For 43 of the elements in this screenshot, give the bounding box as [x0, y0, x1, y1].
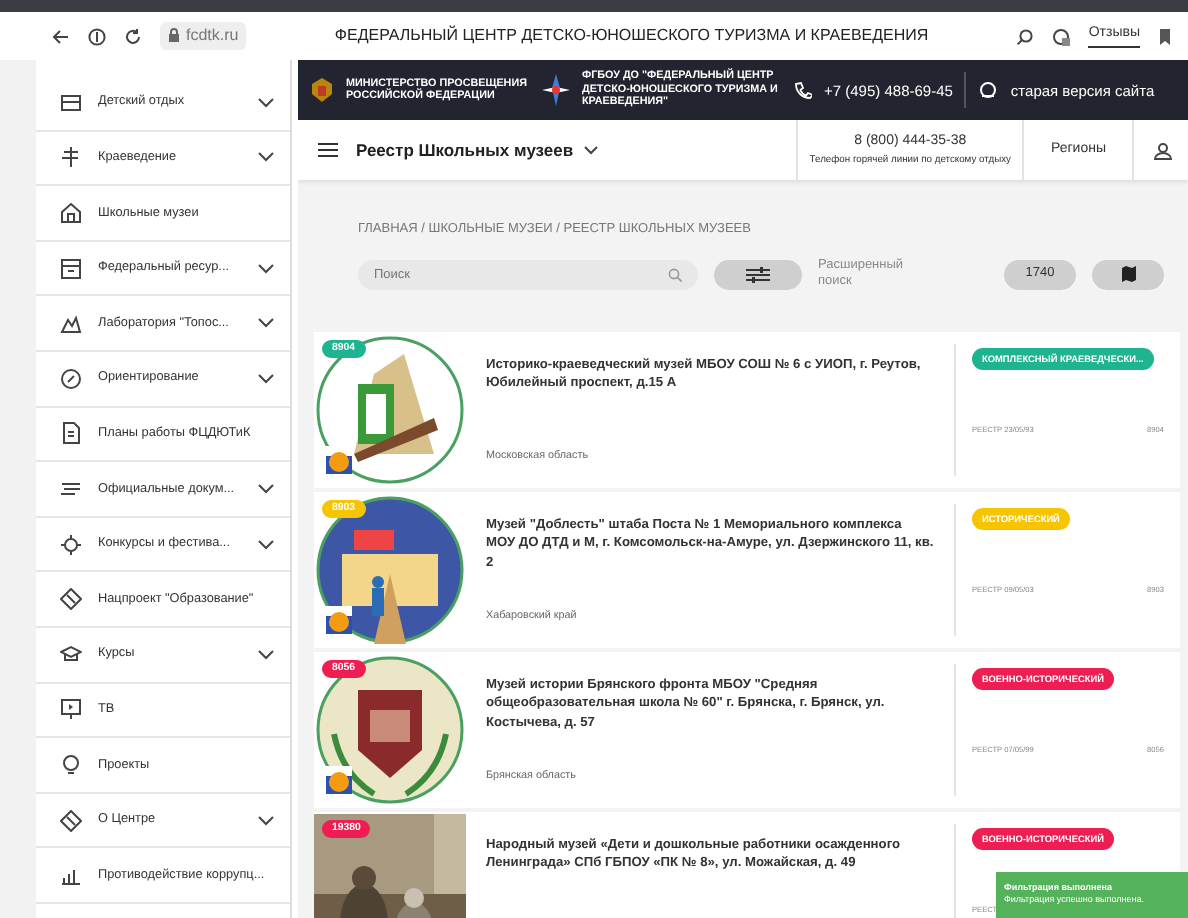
compass-icon: [60, 367, 82, 390]
extension-icon[interactable]: [1052, 27, 1071, 45]
diamond-icon: [60, 809, 82, 832]
lightbulb-icon: [60, 753, 82, 776]
page-title: ФЕДЕРАЛЬНЫЙ ЦЕНТР ДЕТСКО-ЮНОШЕСКОГО ТУРИЗМА И КРАЕВЕДЕНИЯ: [332, 24, 931, 48]
document-icon: [60, 422, 82, 445]
bookmark-icon[interactable]: [1158, 27, 1172, 45]
signpost-icon: [60, 146, 82, 169]
chevron-down-icon: [258, 539, 274, 550]
lines-icon: [60, 477, 82, 500]
chevron-down-icon: [258, 483, 274, 494]
zoom-icon[interactable]: [1016, 27, 1035, 45]
chevron-down-icon: [258, 97, 274, 108]
menu-icon[interactable]: [318, 142, 338, 158]
compass-logo-icon: [542, 74, 570, 106]
graduation-cap-icon: [60, 643, 82, 666]
phone-icon: [794, 81, 812, 99]
archive-icon: [60, 257, 82, 280]
house-icon: [60, 201, 82, 224]
chevron-down-icon: [258, 152, 274, 163]
map-button[interactable]: [1092, 259, 1164, 290]
user-icon[interactable]: [1154, 141, 1172, 159]
chevron-down-icon: [258, 649, 274, 660]
map-icon: [1121, 266, 1135, 283]
chevron-down-icon: [258, 318, 274, 329]
emblem-icon: [310, 76, 334, 104]
url-field[interactable]: fcdtk.ru: [160, 22, 247, 50]
sliders-icon: [746, 265, 770, 284]
reload-icon[interactable]: [124, 27, 142, 45]
chart-icon: [60, 864, 82, 887]
section-dropdown[interactable]: Реестр Школьных музеев: [356, 137, 574, 163]
chevron-down-icon: [258, 815, 274, 826]
chevron-down-icon: [258, 373, 274, 384]
diamond-icon: [60, 588, 82, 611]
mountain-icon: [60, 312, 82, 335]
filter-button[interactable]: [714, 259, 802, 290]
tv-icon: [60, 698, 82, 721]
furniture-icon: [60, 91, 82, 114]
lock-icon: [168, 28, 180, 42]
chevron-down-icon: [258, 263, 274, 274]
chevron-down-icon: [583, 145, 598, 155]
back-icon[interactable]: [52, 27, 70, 45]
search-icon: [668, 267, 682, 282]
